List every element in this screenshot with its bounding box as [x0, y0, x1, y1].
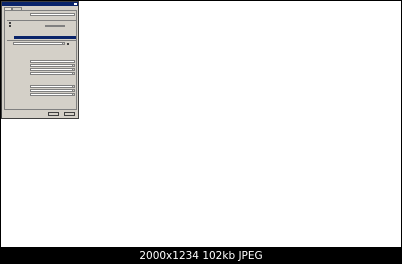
bit-depth-field[interactable]	[30, 89, 75, 92]
pixel-aspect-field[interactable]	[30, 68, 75, 71]
video-size-field[interactable]	[30, 64, 75, 67]
format-select[interactable]	[13, 42, 65, 45]
screenshot-canvas	[1, 1, 401, 247]
format-group-divider	[7, 40, 76, 41]
selected-list-row[interactable]	[14, 36, 76, 39]
gamma-field[interactable]	[30, 93, 75, 96]
chevron-down-icon	[72, 69, 74, 70]
color-space-field[interactable]	[30, 85, 75, 88]
frame-rate-field[interactable]	[30, 60, 75, 63]
dialog-title-bar	[2, 2, 78, 6]
chevron-down-icon	[72, 90, 74, 91]
option-checkbox-2[interactable]	[9, 25, 11, 27]
chevron-down-icon	[72, 65, 74, 66]
output-group-divider	[7, 20, 76, 21]
alpha-channel-field[interactable]	[30, 72, 75, 75]
chevron-down-icon	[72, 94, 74, 95]
ok-button[interactable]	[48, 112, 59, 116]
chevron-down-icon	[72, 73, 74, 74]
cancel-button[interactable]	[64, 112, 75, 116]
format-settings-icon[interactable]	[67, 42, 69, 45]
file-name-field[interactable]	[30, 13, 75, 16]
option-value-field[interactable]	[45, 24, 65, 28]
properties-dialog	[1, 1, 79, 119]
tab-panel	[4, 10, 77, 110]
image-frame: 2000x1234 102kb JPEG	[0, 0, 402, 264]
chevron-down-icon	[62, 43, 64, 44]
close-icon[interactable]	[74, 2, 77, 6]
chevron-down-icon	[72, 86, 74, 87]
option-checkbox-1[interactable]	[9, 22, 11, 24]
image-caption: 2000x1234 102kb JPEG	[139, 250, 263, 262]
